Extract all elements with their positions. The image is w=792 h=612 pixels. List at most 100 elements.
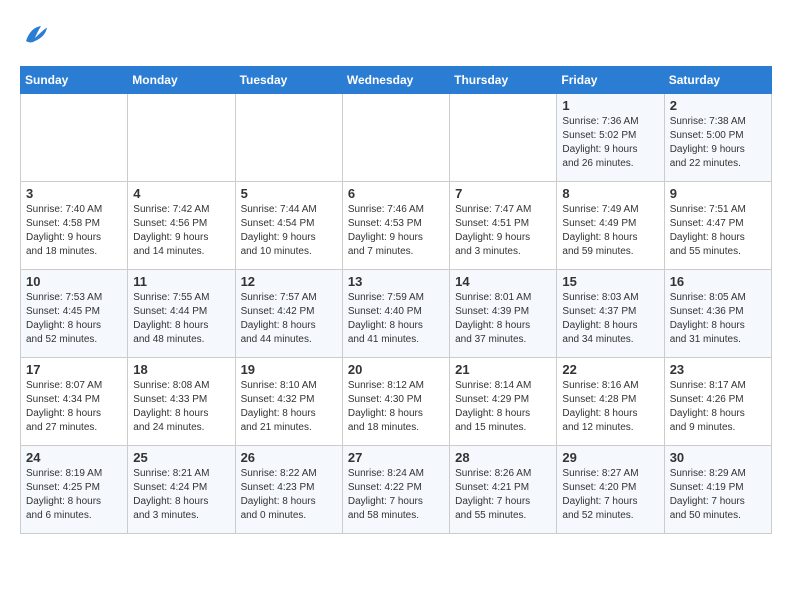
day-cell: 23Sunrise: 8:17 AM Sunset: 4:26 PM Dayli… (664, 358, 771, 446)
calendar-table: SundayMondayTuesdayWednesdayThursdayFrid… (20, 66, 772, 534)
day-cell: 20 Sunrise: 8:12 AM Sunset: 4:30 PM Dayli… (342, 358, 449, 446)
day-number: 11 (133, 274, 229, 289)
day-cell: 7 Sunrise: 7:47 AM Sunset: 4:51 PM Daylig… (450, 182, 557, 270)
day-number: 20 (348, 362, 444, 377)
day-cell: 1 Sunrise: 7:36 AM Sunset: 5:02 PM Daylig… (557, 94, 664, 182)
day-info: Sunrise: 8:05 AM Sunset: 4:36 PM Dayligh… (670, 291, 766, 347)
day-info: Sunrise: 7:57 AM Sunset: 4:42 PM Dayligh… (241, 291, 337, 347)
day-info: Sunrise: 7:49 AM Sunset: 4:49 PM Dayligh… (562, 203, 658, 259)
day-number: 19 (241, 362, 337, 377)
day-number: 5 (241, 186, 337, 201)
day-cell: 10 Sunrise: 7:53 AM Sunset: 4:45 PM Dayli… (21, 270, 128, 358)
day-number: 26 (241, 450, 337, 465)
week-row-1: 3 Sunrise: 7:40 AM Sunset: 4:58 PM Daylig… (21, 182, 772, 270)
day-info: Sunrise: 7:40 AM Sunset: 4:58 PM Dayligh… (26, 203, 122, 259)
day-cell: 13 Sunrise: 7:59 AM Sunset: 4:40 PM Dayli… (342, 270, 449, 358)
day-info: Sunrise: 8:07 AM Sunset: 4:34 PM Dayligh… (26, 379, 122, 435)
day-info: Sunrise: 8:26 AM Sunset: 4:21 PM Dayligh… (455, 467, 551, 523)
day-number: 12 (241, 274, 337, 289)
day-cell: 24Sunrise: 8:19 AM Sunset: 4:25 PM Dayli… (21, 446, 128, 534)
day-cell: 22 Sunrise: 8:16 AM Sunset: 4:28 PM Dayli… (557, 358, 664, 446)
day-number: 28 (455, 450, 551, 465)
day-cell: 8 Sunrise: 7:49 AM Sunset: 4:49 PM Daylig… (557, 182, 664, 270)
header-row: SundayMondayTuesdayWednesdayThursdayFrid… (21, 67, 772, 94)
day-info: Sunrise: 7:53 AM Sunset: 4:45 PM Dayligh… (26, 291, 122, 347)
day-number: 17 (26, 362, 122, 377)
day-number: 9 (670, 186, 766, 201)
day-info: Sunrise: 8:03 AM Sunset: 4:37 PM Dayligh… (562, 291, 658, 347)
logo-icon (20, 20, 50, 50)
day-number: 25 (133, 450, 229, 465)
day-cell: 27Sunrise: 8:24 AM Sunset: 4:22 PM Dayli… (342, 446, 449, 534)
day-cell: 29 Sunrise: 8:27 AM Sunset: 4:20 PM Dayli… (557, 446, 664, 534)
day-info: Sunrise: 8:08 AM Sunset: 4:33 PM Dayligh… (133, 379, 229, 435)
day-cell: 16 Sunrise: 8:05 AM Sunset: 4:36 PM Dayli… (664, 270, 771, 358)
header-friday: Friday (557, 67, 664, 94)
header-saturday: Saturday (664, 67, 771, 94)
day-cell: 5 Sunrise: 7:44 AM Sunset: 4:54 PM Daylig… (235, 182, 342, 270)
day-info: Sunrise: 8:27 AM Sunset: 4:20 PM Dayligh… (562, 467, 658, 523)
day-info: Sunrise: 7:36 AM Sunset: 5:02 PM Dayligh… (562, 115, 658, 171)
day-number: 10 (26, 274, 122, 289)
day-cell: 3 Sunrise: 7:40 AM Sunset: 4:58 PM Daylig… (21, 182, 128, 270)
day-number: 8 (562, 186, 658, 201)
day-info: Sunrise: 7:51 AM Sunset: 4:47 PM Dayligh… (670, 203, 766, 259)
day-cell: 19 Sunrise: 8:10 AM Sunset: 4:32 PM Dayli… (235, 358, 342, 446)
header-wednesday: Wednesday (342, 67, 449, 94)
day-info: Sunrise: 8:10 AM Sunset: 4:32 PM Dayligh… (241, 379, 337, 435)
week-row-2: 10 Sunrise: 7:53 AM Sunset: 4:45 PM Dayli… (21, 270, 772, 358)
week-row-0: 1 Sunrise: 7:36 AM Sunset: 5:02 PM Daylig… (21, 94, 772, 182)
day-info: Sunrise: 8:21 AM Sunset: 4:24 PM Dayligh… (133, 467, 229, 523)
day-number: 15 (562, 274, 658, 289)
day-cell: 6 Sunrise: 7:46 AM Sunset: 4:53 PM Daylig… (342, 182, 449, 270)
header-monday: Monday (128, 67, 235, 94)
week-row-4: 24Sunrise: 8:19 AM Sunset: 4:25 PM Dayli… (21, 446, 772, 534)
day-cell: 25 Sunrise: 8:21 AM Sunset: 4:24 PM Dayli… (128, 446, 235, 534)
day-info: Sunrise: 7:44 AM Sunset: 4:54 PM Dayligh… (241, 203, 337, 259)
day-number: 6 (348, 186, 444, 201)
day-info: Sunrise: 8:22 AM Sunset: 4:23 PM Dayligh… (241, 467, 337, 523)
day-number: 7 (455, 186, 551, 201)
day-cell: 21Sunrise: 8:14 AM Sunset: 4:29 PM Dayli… (450, 358, 557, 446)
day-number: 13 (348, 274, 444, 289)
day-info: Sunrise: 7:42 AM Sunset: 4:56 PM Dayligh… (133, 203, 229, 259)
day-info: Sunrise: 7:46 AM Sunset: 4:53 PM Dayligh… (348, 203, 444, 259)
day-cell: 11Sunrise: 7:55 AM Sunset: 4:44 PM Dayli… (128, 270, 235, 358)
day-number: 18 (133, 362, 229, 377)
day-cell (235, 94, 342, 182)
day-cell: 17 Sunrise: 8:07 AM Sunset: 4:34 PM Dayli… (21, 358, 128, 446)
day-cell: 9 Sunrise: 7:51 AM Sunset: 4:47 PM Daylig… (664, 182, 771, 270)
day-cell (21, 94, 128, 182)
day-cell: 30 Sunrise: 8:29 AM Sunset: 4:19 PM Dayli… (664, 446, 771, 534)
day-info: Sunrise: 7:47 AM Sunset: 4:51 PM Dayligh… (455, 203, 551, 259)
day-cell: 28 Sunrise: 8:26 AM Sunset: 4:21 PM Dayli… (450, 446, 557, 534)
day-number: 4 (133, 186, 229, 201)
day-number: 30 (670, 450, 766, 465)
day-info: Sunrise: 7:59 AM Sunset: 4:40 PM Dayligh… (348, 291, 444, 347)
day-info: Sunrise: 8:24 AM Sunset: 4:22 PM Dayligh… (348, 467, 444, 523)
day-number: 29 (562, 450, 658, 465)
day-cell: 4 Sunrise: 7:42 AM Sunset: 4:56 PM Daylig… (128, 182, 235, 270)
day-cell (450, 94, 557, 182)
header-sunday: Sunday (21, 67, 128, 94)
day-number: 1 (562, 98, 658, 113)
day-number: 14 (455, 274, 551, 289)
day-info: Sunrise: 8:12 AM Sunset: 4:30 PM Dayligh… (348, 379, 444, 435)
day-cell: 12 Sunrise: 7:57 AM Sunset: 4:42 PM Dayli… (235, 270, 342, 358)
header-tuesday: Tuesday (235, 67, 342, 94)
day-number: 16 (670, 274, 766, 289)
week-row-3: 17 Sunrise: 8:07 AM Sunset: 4:34 PM Dayli… (21, 358, 772, 446)
header-thursday: Thursday (450, 67, 557, 94)
day-number: 3 (26, 186, 122, 201)
day-info: Sunrise: 8:17 AM Sunset: 4:26 PM Dayligh… (670, 379, 766, 435)
day-cell: 15 Sunrise: 8:03 AM Sunset: 4:37 PM Dayli… (557, 270, 664, 358)
day-info: Sunrise: 8:16 AM Sunset: 4:28 PM Dayligh… (562, 379, 658, 435)
day-info: Sunrise: 8:19 AM Sunset: 4:25 PM Dayligh… (26, 467, 122, 523)
day-cell: 26 Sunrise: 8:22 AM Sunset: 4:23 PM Dayli… (235, 446, 342, 534)
day-cell (128, 94, 235, 182)
day-cell (342, 94, 449, 182)
day-number: 22 (562, 362, 658, 377)
day-number: 21 (455, 362, 551, 377)
day-info: Sunrise: 8:29 AM Sunset: 4:19 PM Dayligh… (670, 467, 766, 523)
day-info: Sunrise: 8:01 AM Sunset: 4:39 PM Dayligh… (455, 291, 551, 347)
